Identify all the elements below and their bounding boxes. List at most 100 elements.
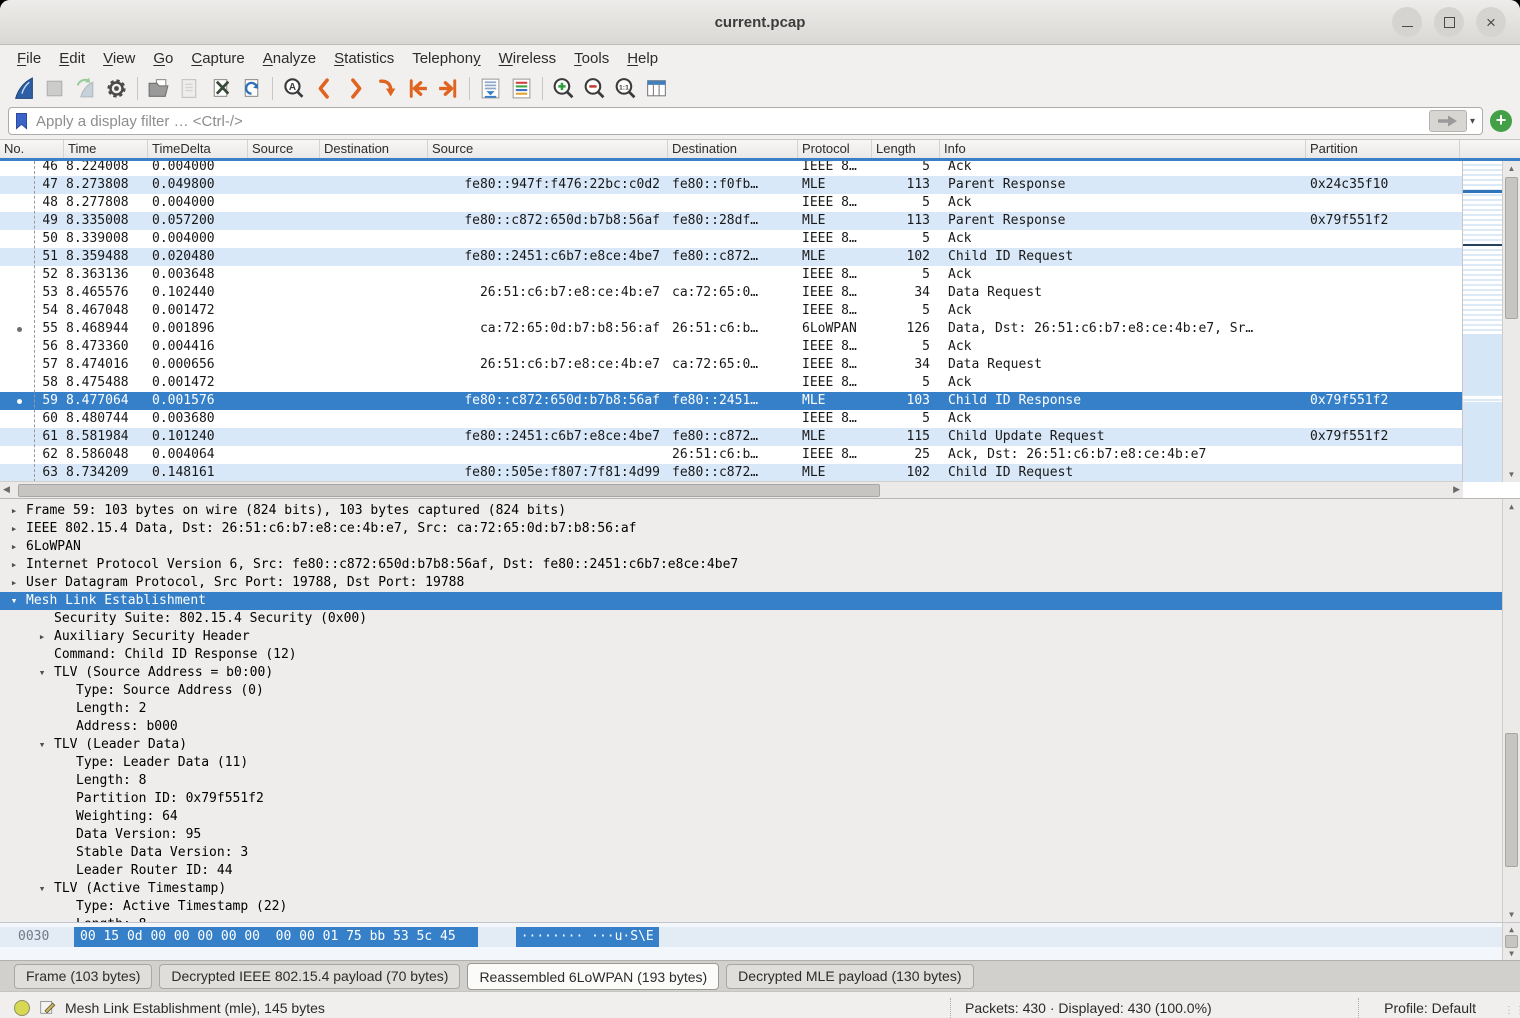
bytes-vscrollbar[interactable]: ▲ ▼ — [1502, 923, 1520, 960]
hscroll-right-arrow-icon[interactable]: ▶ — [1453, 484, 1460, 495]
colorize-button[interactable] — [506, 74, 537, 102]
file-reload-button[interactable] — [236, 74, 267, 102]
packet-row-56[interactable]: 568.4733600.004416IEEE 8…5Ack — [0, 338, 1463, 356]
detail-row[interactable]: ▸User Datagram Protocol, Src Port: 19788… — [0, 574, 1520, 592]
expander-collapsed-icon[interactable]: ▸ — [6, 556, 22, 574]
titlebar[interactable]: current.pcap × — [0, 0, 1520, 45]
detail-scroll-up-icon[interactable]: ▲ — [1503, 502, 1520, 511]
menu-tools[interactable]: Tools — [565, 48, 618, 69]
packet-row-46[interactable]: 468.2240080.004000IEEE 8…5Ack — [0, 161, 1463, 176]
detail-row[interactable]: ▾TLV (Source Address = b0:00) — [0, 664, 1520, 682]
expander-expanded-icon[interactable]: ▾ — [34, 736, 50, 754]
bytes-scroll-up-icon[interactable]: ▲ — [1503, 925, 1520, 934]
hex-row[interactable]: 0030 00 15 0d 00 00 00 00 00 00 00 01 75… — [0, 927, 1503, 947]
apply-filter-button[interactable] — [1429, 110, 1467, 132]
packet-row-63[interactable]: 638.7342090.148161fe80::505e:f807:7f81:4… — [0, 464, 1463, 482]
detail-row[interactable]: ▾Mesh Link Establishment — [0, 592, 1520, 610]
detail-row[interactable]: ▸6LoWPAN — [0, 538, 1520, 556]
capture-comment-icon[interactable] — [39, 998, 56, 1018]
detail-row[interactable]: Length: 2 — [0, 700, 1520, 718]
capture-options-button[interactable] — [101, 74, 132, 102]
menu-analyze[interactable]: Analyze — [254, 48, 325, 69]
column-header-proto[interactable]: Protocol — [798, 140, 872, 158]
detail-row[interactable]: ▸Frame 59: 103 bytes on wire (824 bits),… — [0, 502, 1520, 520]
go-last-button[interactable] — [433, 74, 464, 102]
detail-scroll-thumb[interactable] — [1505, 733, 1518, 867]
zoom-out-button[interactable] — [579, 74, 610, 102]
packet-row-51[interactable]: 518.3594880.020480fe80::2451:c6b7:e8ce:4… — [0, 248, 1463, 266]
vscroll-thumb[interactable] — [1505, 177, 1518, 319]
packet-row-62[interactable]: 628.5860480.00406426:51:c6:b…IEEE 8…25Ac… — [0, 446, 1463, 464]
expander-expanded-icon[interactable]: ▾ — [34, 880, 50, 898]
detail-row[interactable]: Type: Active Timestamp (22) — [0, 898, 1520, 916]
packet-row-60[interactable]: 608.4807440.003680IEEE 8…5Ack — [0, 410, 1463, 428]
detail-row[interactable]: Partition ID: 0x79f551f2 — [0, 790, 1520, 808]
detail-row[interactable]: Address: b000 — [0, 718, 1520, 736]
byte-tab-decrypted-mle-payload-130-bytes[interactable]: Decrypted MLE payload (130 bytes) — [726, 964, 973, 989]
expert-info-icon[interactable] — [14, 1000, 30, 1016]
column-header-time[interactable]: Time — [64, 140, 148, 158]
packet-row-48[interactable]: 488.2778080.004000IEEE 8…5Ack — [0, 194, 1463, 212]
expander-collapsed-icon[interactable]: ▸ — [6, 520, 22, 538]
expander-collapsed-icon[interactable]: ▸ — [6, 538, 22, 556]
hscroll-left-arrow-icon[interactable]: ◀ — [3, 484, 10, 495]
menu-telephony[interactable]: Telephony — [403, 48, 489, 69]
filter-dropdown-caret[interactable]: ▾ — [1470, 116, 1475, 127]
capture-start-button[interactable] — [8, 74, 39, 102]
menu-file[interactable]: File — [8, 48, 50, 69]
menu-edit[interactable]: Edit — [50, 48, 94, 69]
column-header-info[interactable]: Info — [940, 140, 1306, 158]
detail-vscrollbar[interactable]: ▲ ▼ — [1502, 499, 1520, 922]
byte-tab-reassembled-6lowpan-193-bytes[interactable]: Reassembled 6LoWPAN (193 bytes) — [467, 963, 719, 990]
file-save-button[interactable] — [174, 74, 205, 102]
detail-row[interactable]: ▸IEEE 802.15.4 Data, Dst: 26:51:c6:b7:e8… — [0, 520, 1520, 538]
intelligent-scrollbar-minimap[interactable] — [1462, 161, 1503, 482]
vscroll-up-arrow-icon[interactable]: ▲ — [1503, 164, 1520, 173]
find-packet-button[interactable]: A — [278, 74, 309, 102]
resize-grip[interactable]: ⋮⋮ — [1504, 1008, 1516, 1018]
menu-view[interactable]: View — [94, 48, 144, 69]
packet-row-55[interactable]: 558.4689440.001896ca:72:65:0d:b7:b8:56:a… — [0, 320, 1463, 338]
hex-bytes-selected[interactable]: 00 15 0d 00 00 00 00 00 00 00 01 75 bb 5… — [74, 927, 478, 947]
expander-collapsed-icon[interactable]: ▸ — [6, 502, 22, 520]
detail-row[interactable]: Length: 8 — [0, 772, 1520, 790]
packet-row-58[interactable]: 588.4754880.001472IEEE 8…5Ack — [0, 374, 1463, 392]
detail-row[interactable]: Type: Leader Data (11) — [0, 754, 1520, 772]
detail-row[interactable]: Stable Data Version: 3 — [0, 844, 1520, 862]
expander-collapsed-icon[interactable]: ▸ — [34, 628, 50, 646]
detail-row[interactable]: Data Version: 95 — [0, 826, 1520, 844]
close-button[interactable]: × — [1476, 7, 1506, 37]
packet-row-49[interactable]: 498.3350080.057200fe80::c872:650d:b7b8:5… — [0, 212, 1463, 230]
go-back-button[interactable] — [309, 74, 340, 102]
bytes-scroll-thumb[interactable] — [1505, 935, 1518, 948]
detail-row[interactable]: Command: Child ID Response (12) — [0, 646, 1520, 664]
column-header-part[interactable]: Partition — [1306, 140, 1460, 158]
vscroll-down-arrow-icon[interactable]: ▼ — [1503, 470, 1520, 479]
menu-go[interactable]: Go — [144, 48, 182, 69]
menu-help[interactable]: Help — [618, 48, 667, 69]
file-open-button[interactable] — [143, 74, 174, 102]
display-filter-input[interactable]: Apply a display filter … <Ctrl-/> ▾ — [8, 107, 1483, 135]
expander-expanded-icon[interactable]: ▾ — [34, 664, 50, 682]
auto-scroll-button[interactable] — [475, 74, 506, 102]
capture-stop-button[interactable] — [39, 74, 70, 102]
hex-ascii-selected[interactable]: ········ ···u·S\E — [516, 927, 659, 947]
bytes-scroll-down-icon[interactable]: ▼ — [1503, 949, 1520, 958]
zoom-original-button[interactable]: 1:1 — [610, 74, 641, 102]
column-header-dst1[interactable]: Destination — [320, 140, 428, 158]
packet-row-53[interactable]: 538.4655760.10244026:51:c6:b7:e8:ce:4b:e… — [0, 284, 1463, 302]
packet-row-61[interactable]: 618.5819840.101240fe80::2451:c6b7:e8ce:4… — [0, 428, 1463, 446]
column-header-len[interactable]: Length — [872, 140, 940, 158]
detail-row[interactable]: Leader Router ID: 44 — [0, 862, 1520, 880]
packet-row-52[interactable]: 528.3631360.003648IEEE 8…5Ack — [0, 266, 1463, 284]
packet-list-vscrollbar[interactable]: ▲ ▼ — [1502, 161, 1520, 482]
column-header-src1[interactable]: Source — [248, 140, 320, 158]
hscroll-thumb[interactable] — [18, 484, 880, 497]
menu-capture[interactable]: Capture — [182, 48, 253, 69]
resize-columns-button[interactable] — [641, 74, 672, 102]
detail-row[interactable]: Type: Source Address (0) — [0, 682, 1520, 700]
capture-restart-button[interactable] — [70, 74, 101, 102]
status-profile[interactable]: Profile: Default — [1384, 1000, 1476, 1016]
go-first-button[interactable] — [402, 74, 433, 102]
filter-bookmark-icon[interactable] — [14, 112, 29, 130]
